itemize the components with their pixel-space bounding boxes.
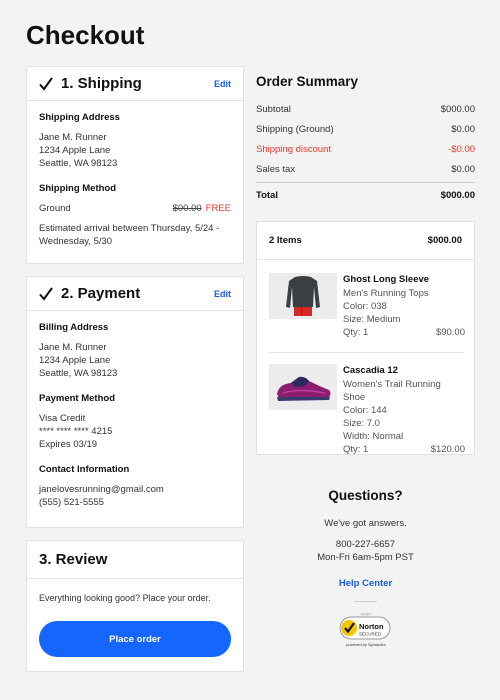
shipping-edit-link[interactable]: Edit [214,79,231,89]
questions-section: Questions? We've got answers. 800-227-66… [256,488,475,650]
svg-text:Norton: Norton [359,622,384,631]
shipping-method-price-group: $00.00 FREE [173,202,231,215]
contact-email: janelovesrunning@gmail.com [39,484,164,495]
check-icon [39,286,53,301]
norton-secured-badge[interactable]: Norton SECURED VERIFY powered by Symante… [334,612,398,650]
help-center-link[interactable]: Help Center [256,578,475,589]
cart-items-total: $000.00 [427,235,462,246]
cart-item-qty: Qty: 1 [343,327,369,338]
cart-item[interactable]: Ghost Long Sleeve Men's Running Tops Col… [269,273,465,339]
summary-row-subtotal: Subtotal $000.00 [256,104,475,115]
summary-row-sales-tax: Sales tax $0.00 [256,164,475,175]
svg-text:SECURED: SECURED [359,632,382,637]
review-card: 3. Review Everything looking good? Place… [26,540,244,672]
shipping-method-name: Ground [39,203,71,214]
cart-item-color: Color: 144 [343,405,387,416]
shipping-title: 1. Shipping [61,75,142,92]
contact-block: Contact Information janelovesrunning@gma… [39,463,231,509]
svg-text:VERIFY: VERIFY [360,613,372,617]
cart-item-info: Ghost Long Sleeve Men's Running Tops Col… [343,273,465,339]
shipping-address-line: Jane M. Runner [39,132,107,143]
summary-row-label: Sales tax [256,164,296,175]
payment-edit-link[interactable]: Edit [214,289,231,299]
cart-item-qty-row: Qty: 1 $90.00 [343,326,465,339]
cart-item-name[interactable]: Cascadia 12 [343,364,465,377]
questions-title: Questions? [328,488,403,503]
summary-total-label: Total [256,190,278,201]
shipping-method-heading: Shipping Method [39,183,117,194]
shipping-card: 1. Shipping Edit Shipping Address Jane M… [26,66,244,264]
svg-text:powered by Symantec: powered by Symantec [346,642,386,647]
payment-card: 2. Payment Edit Billing Address Jane M. … [26,276,244,528]
summary-row-label: Subtotal [256,104,291,115]
summary-total-value: $000.00 [440,190,475,201]
billing-address-line: Jane M. Runner [39,342,107,353]
product-image-shirt [269,273,337,319]
product-image-shoe [269,364,337,410]
cart-item-size: Size: Medium [343,314,401,325]
review-card-header: 3. Review [27,541,243,579]
cart-item-price: $120.00 [430,444,465,455]
shipping-address-heading: Shipping Address [39,112,120,123]
payment-card-header: 2. Payment Edit [27,277,243,311]
support-hours: Mon-Fri 6am-5pm PST [317,552,414,563]
summary-row-value: $000.00 [440,104,475,115]
shipping-method-row: Ground $00.00 FREE [39,202,231,215]
cart-item-color: Color: 038 [343,301,387,312]
contact-phone: (555) 521-5555 [39,497,104,508]
cart-item-divider [269,352,464,353]
cart-item-width: Width: Normal [343,431,404,442]
payment-method-heading: Payment Method [39,393,116,404]
review-text: Everything looking good? Place your orde… [39,593,211,603]
summary-row-shipping: Shipping (Ground) $0.00 [256,124,475,135]
questions-subtitle: We've got answers. [324,518,407,529]
cart-items-card: 2 Items $000.00 Ghost Long Sleeve Men's … [256,221,475,455]
cart-item[interactable]: Cascadia 12 Women's Trail Running Shoe C… [269,364,465,455]
summary-row-shipping-discount: Shipping discount -$0.00 [256,144,475,155]
shipping-method-block: Shipping Method Ground $00.00 FREE Estima… [39,182,231,248]
order-summary-title: Order Summary [256,74,359,89]
shipping-estimate: Estimated arrival between Thursday, 5/24… [39,223,220,247]
check-icon [39,76,53,91]
cart-items-header: 2 Items $000.00 [257,222,474,260]
summary-row-label: Shipping (Ground) [256,124,334,135]
cart-item-category: Women's Trail Running Shoe [343,379,441,403]
billing-address-heading: Billing Address [39,322,109,333]
summary-divider [256,182,475,183]
shipping-free-label: FREE [205,203,231,214]
billing-address-block: Billing Address Jane M. Runner 1234 Appl… [39,321,231,380]
summary-row-value: $0.00 [451,164,475,175]
questions-divider [354,601,377,602]
cart-item-qty: Qty: 1 [343,444,369,455]
cart-item-qty-row: Qty: 1 $120.00 [343,443,465,456]
shipping-card-header: 1. Shipping Edit [27,67,243,101]
shipping-address-line: Seattle, WA 98123 [39,158,118,169]
cart-item-name[interactable]: Ghost Long Sleeve [343,273,465,286]
cart-item-price: $90.00 [435,327,465,338]
shipping-original-price: $00.00 [172,203,202,214]
review-title: 3. Review [39,551,108,568]
payment-method-line: Visa Credit [39,413,86,424]
summary-row-value: $0.00 [451,124,475,135]
cart-item-category: Men's Running Tops [343,288,429,299]
shipping-address-block: Shipping Address Jane M. Runner 1234 App… [39,111,231,170]
norton-badge-icon: Norton SECURED VERIFY powered by Symante… [339,613,390,647]
payment-method-line: Expires 03/19 [39,439,98,450]
contact-heading: Contact Information [39,464,130,475]
cart-item-info: Cascadia 12 Women's Trail Running Shoe C… [343,364,465,456]
summary-row-total: Total $000.00 [256,190,475,201]
billing-address-line: 1234 Apple Lane [39,355,111,366]
place-order-button[interactable]: Place order [39,621,231,657]
billing-address-line: Seattle, WA 98123 [39,368,118,379]
payment-method-line: **** **** **** 4215 [39,426,113,437]
summary-row-value: -$0.00 [448,144,475,155]
summary-row-label: Shipping discount [256,144,331,155]
support-phone[interactable]: 800-227-6657 [256,538,475,551]
payment-method-block: Payment Method Visa Credit **** **** ***… [39,392,231,451]
payment-title: 2. Payment [61,285,141,302]
shipping-address-line: 1234 Apple Lane [39,145,111,156]
page-title: Checkout [26,20,145,50]
cart-item-size: Size: 7.0 [343,418,380,429]
cart-items-count: 2 Items [269,235,302,246]
